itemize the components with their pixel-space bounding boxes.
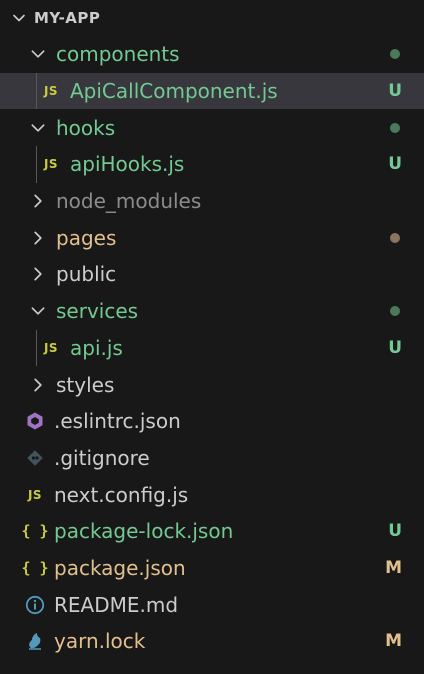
js-icon: JS [43, 340, 59, 355]
git-status-badge: M [385, 631, 402, 652]
json-icon: { } [21, 558, 49, 577]
yarn-icon [24, 630, 46, 652]
chevron-down-icon[interactable] [28, 44, 48, 64]
git-status-badge: U [388, 154, 402, 175]
item-label: styles [56, 372, 115, 397]
git-status-badge: U [388, 521, 402, 542]
git-status-badge: U [388, 81, 402, 102]
file-item-apicallcomponent-js[interactable]: JS ApiCallComponent.js U [0, 72, 424, 110]
item-label: .eslintrc.json [54, 409, 181, 434]
chevron-right-icon[interactable] [28, 191, 48, 211]
file-item-gitignore[interactable]: .gitignore [0, 440, 424, 477]
indent-guide [36, 329, 37, 367]
git-status-dot [390, 122, 400, 133]
item-label: yarn.lock [54, 629, 146, 654]
item-label: package-lock.json [54, 519, 234, 544]
file-item-apihooks-js[interactable]: JS apiHooks.js U [0, 146, 424, 183]
folder-item-styles[interactable]: styles [0, 366, 424, 403]
chevron-down-icon[interactable] [28, 118, 48, 138]
item-label: components [56, 42, 180, 67]
item-label: node_modules [56, 189, 202, 214]
explorer-root-header[interactable]: MY-APP [0, 0, 424, 36]
chevron-right-icon[interactable] [28, 375, 48, 395]
item-label: hooks [56, 115, 116, 140]
js-icon: JS [43, 157, 59, 172]
indent-guide [36, 72, 37, 110]
item-label: public [56, 262, 117, 287]
indent-guide [36, 146, 37, 183]
folder-item-pages[interactable]: pages [0, 219, 424, 256]
item-label: next.config.js [54, 482, 189, 507]
folder-item-services[interactable]: services [0, 293, 424, 330]
file-item-readme-md[interactable]: README.md [0, 586, 424, 623]
git-status-dot [390, 232, 400, 243]
item-label: ApiCallComponent.js [70, 79, 278, 104]
file-item-yarn-lock[interactable]: yarn.lock M [0, 623, 424, 660]
folder-item-node-modules[interactable]: node_modules [0, 183, 424, 220]
item-label: README.md [54, 592, 179, 617]
chevron-down-icon[interactable] [28, 301, 48, 321]
item-label: services [56, 299, 139, 324]
eslint-icon [24, 410, 46, 432]
git-icon [24, 447, 46, 469]
chevron-right-icon[interactable] [28, 228, 48, 248]
git-status-badge: M [385, 557, 402, 578]
file-item-eslintrc-json[interactable]: .eslintrc.json [0, 403, 424, 440]
explorer-root-label: MY-APP [34, 9, 101, 27]
file-item-api-js[interactable]: JS api.js U [0, 329, 424, 367]
js-icon: JS [27, 487, 43, 502]
item-label: .gitignore [54, 445, 150, 470]
item-label: api.js [70, 335, 123, 360]
chevron-right-icon[interactable] [28, 264, 48, 284]
item-label: apiHooks.js [70, 152, 185, 177]
file-item-package-lock-json[interactable]: { } package-lock.json U [0, 513, 424, 550]
file-tree: components JS ApiCallComponent.js Uhooks JS a… [0, 36, 424, 660]
folder-item-public[interactable]: public [0, 256, 424, 293]
folder-item-hooks[interactable]: hooks [0, 109, 424, 146]
chevron-down-icon [10, 9, 28, 27]
file-item-next-config-js[interactable]: JS next.config.js [0, 476, 424, 513]
item-label: pages [56, 225, 117, 250]
item-label: package.json [54, 555, 186, 580]
info-icon [24, 594, 46, 616]
file-explorer: MY-APP components JS ApiCallComponent.js Uh… [0, 0, 424, 674]
folder-item-components[interactable]: components [0, 36, 424, 73]
file-item-package-json[interactable]: { } package.json M [0, 550, 424, 587]
json-icon: { } [21, 522, 49, 541]
git-status-badge: U [388, 337, 402, 358]
js-icon: JS [43, 84, 59, 99]
